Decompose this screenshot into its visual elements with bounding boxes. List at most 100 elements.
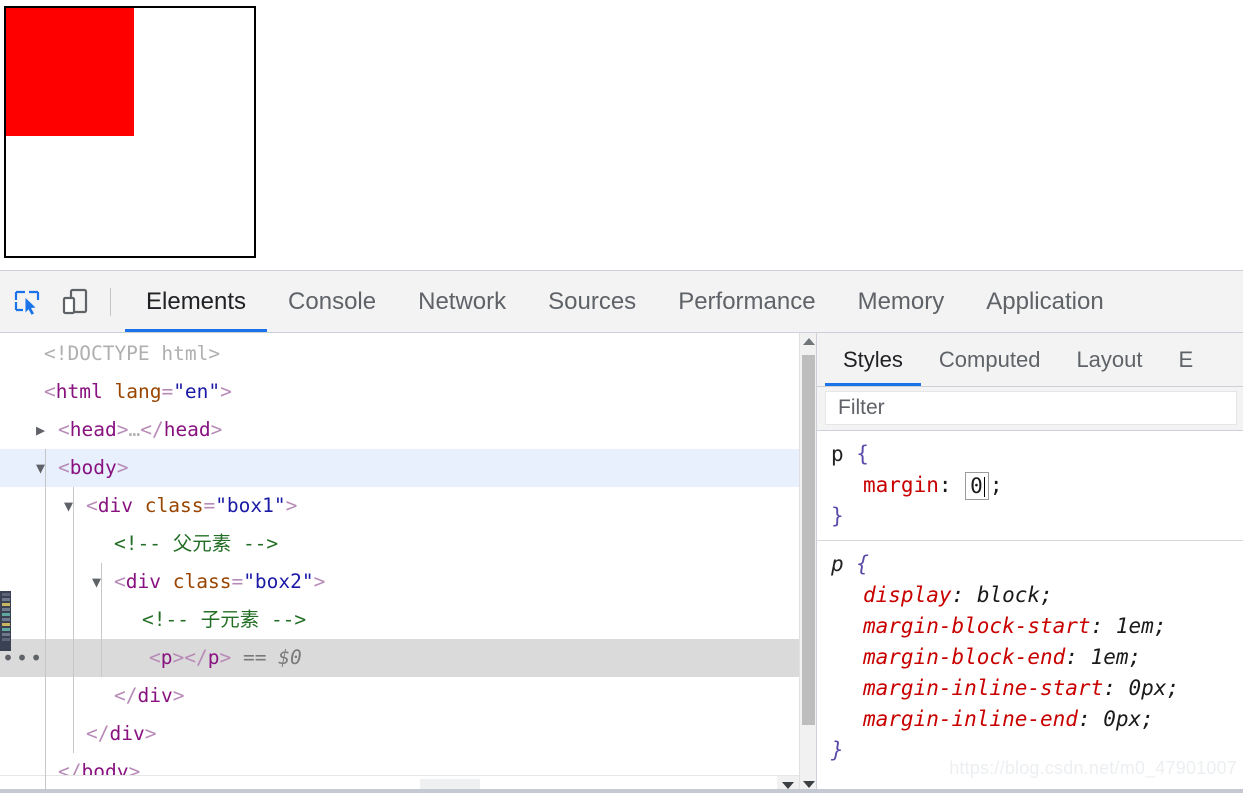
css-declaration[interactable]: margin-inline-end: 0px; bbox=[831, 704, 1243, 735]
css-semicolon: ; bbox=[1153, 614, 1167, 638]
vscroll-up-button[interactable] bbox=[800, 333, 817, 350]
css-property-name[interactable]: margin-block-start bbox=[863, 614, 1091, 638]
dom-tree-row[interactable]: ▼<html lang="en"> bbox=[0, 373, 799, 411]
dom-tree-row[interactable]: ▼<!-- 父元素 --> bbox=[0, 525, 799, 563]
dom-tree-row[interactable]: ▼ < div class = "box1" > bbox=[0, 487, 799, 525]
dom-token-tagpunct: > bbox=[172, 646, 185, 669]
styles-sidebar-pane: Styles Computed Layout E p {margin: 0;}p… bbox=[816, 333, 1243, 793]
expand-arrow-right-icon[interactable]: ▶ bbox=[36, 411, 58, 449]
tab-sources-label: Sources bbox=[548, 287, 637, 315]
dom-tree-row[interactable]: ▼ < body > bbox=[0, 449, 799, 487]
expand-arrow-down-icon[interactable]: ▼ bbox=[36, 449, 58, 487]
css-property-value[interactable]: 0px bbox=[1103, 707, 1141, 731]
box2-child-element bbox=[6, 8, 134, 136]
css-property-value[interactable]: 0 bbox=[970, 474, 983, 498]
row-overflow-dots-icon[interactable]: ••• bbox=[2, 648, 44, 668]
css-declaration[interactable]: margin-inline-start: 0px; bbox=[831, 673, 1243, 704]
css-selector[interactable]: p bbox=[831, 552, 844, 576]
css-selector-line[interactable]: p { bbox=[831, 439, 1243, 470]
css-declaration[interactable]: margin: 0; bbox=[831, 470, 1243, 501]
css-colon: : bbox=[1065, 645, 1091, 669]
arrow-placeholder: ▼ bbox=[120, 601, 142, 639]
dom-token-tagpunct: </ bbox=[114, 684, 138, 707]
dom-token-tagname: div bbox=[109, 722, 145, 745]
dom-tree-row[interactable]: ▼<!DOCTYPE html> bbox=[0, 335, 799, 373]
tab-performance[interactable]: Performance bbox=[657, 271, 836, 332]
dom-tree-row[interactable]: ▼</div> bbox=[0, 677, 799, 715]
css-colon: : bbox=[951, 583, 977, 607]
box1-parent-element bbox=[4, 6, 256, 258]
dom-tree[interactable]: ▼<!DOCTYPE html>▼<html lang="en">▶<head>… bbox=[0, 333, 799, 791]
arrow-placeholder: ▼ bbox=[22, 335, 44, 373]
css-semicolon: ; bbox=[989, 473, 1003, 497]
tab-application[interactable]: Application bbox=[965, 271, 1124, 332]
dom-tree-row[interactable]: •••▼<p></p> == $0 bbox=[0, 639, 799, 677]
dom-token-tagpunct: < bbox=[44, 380, 56, 403]
tab-application-label: Application bbox=[986, 287, 1104, 315]
device-toolbar-icon[interactable] bbox=[58, 285, 92, 319]
css-property-name[interactable]: margin-block-end bbox=[863, 645, 1065, 669]
dom-token-tagpunct: </ bbox=[184, 646, 208, 669]
css-property-value[interactable]: 0px bbox=[1129, 676, 1167, 700]
css-declaration[interactable]: margin-block-start: 1em; bbox=[831, 611, 1243, 642]
dom-token-tagpunct: < bbox=[58, 418, 70, 441]
tab-event-listeners[interactable]: E bbox=[1161, 333, 1212, 386]
dom-token-tagpunct: </ bbox=[140, 418, 164, 441]
dom-tree-row[interactable]: ▼ < div class = "box2" > bbox=[0, 563, 799, 601]
css-rule-user-agent[interactable]: p {display: block; margin-block-start: 1e… bbox=[817, 541, 1243, 774]
css-declaration[interactable]: display: block; bbox=[831, 580, 1243, 611]
css-declaration[interactable]: margin-block-end: 1em; bbox=[831, 642, 1243, 673]
dom-tree-row[interactable]: ▼</div> bbox=[0, 715, 799, 753]
dom-token-attrval: "box1" bbox=[215, 494, 286, 517]
dom-token-attrval: "box2" bbox=[243, 570, 314, 593]
dom-tree-row[interactable]: ▼<!-- 子元素 --> bbox=[0, 601, 799, 639]
tab-memory-label: Memory bbox=[857, 287, 945, 315]
dom-token-attrname: class bbox=[144, 494, 204, 517]
dom-token-tagname: div bbox=[97, 494, 133, 517]
tab-performance-label: Performance bbox=[678, 287, 816, 315]
dom-vertical-scrollbar[interactable] bbox=[799, 333, 817, 793]
css-selector[interactable]: p bbox=[831, 442, 844, 466]
tab-console[interactable]: Console bbox=[267, 271, 397, 332]
tab-sources[interactable]: Sources bbox=[527, 271, 657, 332]
tab-layout[interactable]: Layout bbox=[1058, 333, 1160, 386]
css-colon: : bbox=[1077, 707, 1104, 731]
vscroll-thumb[interactable] bbox=[802, 355, 815, 725]
toolbar-divider bbox=[110, 287, 111, 316]
dom-tree-row[interactable]: ▶ < head >… </head > bbox=[0, 411, 799, 449]
css-value-editor[interactable]: 0 bbox=[965, 472, 989, 500]
tab-styles[interactable]: Styles bbox=[825, 333, 921, 386]
css-rules-list[interactable]: p {margin: 0;} p {display: block; margin-b… bbox=[817, 431, 1243, 793]
css-selector-line[interactable]: p { bbox=[831, 549, 1243, 580]
css-property-value[interactable]: 1em bbox=[1091, 645, 1129, 669]
tab-elements[interactable]: Elements bbox=[125, 271, 268, 332]
expand-arrow-down-icon[interactable]: ▼ bbox=[64, 487, 86, 525]
css-property-value[interactable]: 1em bbox=[1116, 614, 1154, 638]
css-property-value[interactable]: block bbox=[977, 583, 1040, 607]
dom-token-dollar: $0 bbox=[278, 646, 302, 669]
tab-memory[interactable]: Memory bbox=[837, 271, 966, 332]
inspect-element-icon[interactable] bbox=[10, 285, 44, 319]
css-close-brace: } bbox=[831, 504, 844, 528]
css-property-name[interactable]: margin bbox=[863, 473, 939, 497]
css-rule-author[interactable]: p {margin: 0;} bbox=[817, 431, 1243, 541]
tab-computed[interactable]: Computed bbox=[921, 333, 1059, 386]
dom-token-tagname: html bbox=[55, 380, 103, 403]
dom-token-tagpunct: = bbox=[203, 494, 216, 517]
dom-token-tagpunct: > bbox=[285, 494, 298, 517]
styles-filter-input[interactable] bbox=[825, 391, 1237, 425]
arrow-placeholder: ▼ bbox=[92, 525, 114, 563]
tab-network[interactable]: Network bbox=[397, 271, 527, 332]
dom-token-tagpunct: > bbox=[220, 380, 232, 403]
dom-token-tagpunct: = bbox=[231, 570, 244, 593]
css-property-name[interactable]: display bbox=[863, 583, 952, 607]
css-property-name[interactable]: margin-inline-start bbox=[863, 676, 1103, 700]
expand-arrow-down-icon[interactable]: ▼ bbox=[92, 563, 114, 601]
css-property-name[interactable]: margin-inline-end bbox=[863, 707, 1078, 731]
dom-token-comment: <!-- 子元素 --> bbox=[142, 608, 307, 631]
css-semicolon: ; bbox=[1166, 676, 1180, 700]
